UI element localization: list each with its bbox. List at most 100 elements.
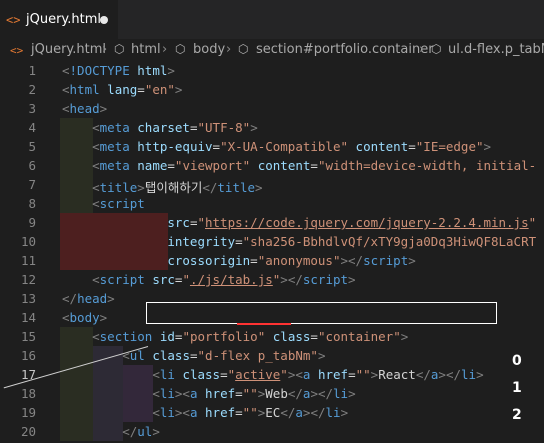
code-token: "portfolio"	[182, 329, 266, 344]
code-token: li	[333, 386, 349, 401]
cube-icon: ⬡	[114, 42, 125, 56]
line-number: 15	[20, 329, 36, 344]
code-token: </	[415, 367, 431, 382]
code-line[interactable]: src="https://code.jquery.com/jquery-2.2.…	[62, 215, 536, 230]
html-file-icon: <>	[6, 13, 21, 27]
code-line[interactable]: <head>	[62, 101, 107, 116]
breadcrumb-item-html[interactable]: html	[131, 42, 161, 57]
breadcrumb-item-section[interactable]: section#portfolio.container	[256, 42, 434, 57]
code-token: </	[122, 424, 138, 439]
code-token: class	[272, 329, 311, 344]
code-line[interactable]: </head>	[62, 291, 115, 306]
code-token: <	[152, 405, 160, 420]
code-token: =	[348, 367, 356, 382]
code-token: li	[159, 386, 175, 401]
annotation-index-2: 2	[512, 407, 522, 423]
code-token: <	[92, 196, 100, 211]
code-token: meta	[99, 158, 130, 173]
code-line[interactable]: <meta charset="UTF-8">	[62, 120, 258, 135]
line-number: 16	[20, 348, 36, 363]
code-line[interactable]: <meta name="viewport" content="width=dev…	[62, 158, 536, 173]
code-token: >	[152, 424, 160, 439]
code-token: <	[92, 180, 100, 195]
code-token: </	[202, 180, 218, 195]
code-token: !DOCTYPE	[69, 63, 130, 78]
code-token: "	[528, 215, 537, 230]
line-number: 20	[20, 424, 36, 439]
code-token: content	[257, 158, 311, 173]
editor-tab-jquery-html[interactable]: <> jQuery.html	[0, 0, 118, 40]
code-line[interactable]: integrity="sha256-BbhdlvQf/xTY9gja0Dq3Hi…	[62, 234, 536, 249]
code-line[interactable]: <ul class="d-flex p_tabNm">	[62, 348, 325, 363]
code-token: charset	[137, 120, 190, 135]
code-editor[interactable]: 1 <!DOCTYPE html> 2 <html lang="en"> 3 <head>…	[0, 61, 544, 443]
code-token: li	[159, 367, 175, 382]
code-line[interactable]: <meta http-equiv="X-UA-Compatible" conte…	[62, 139, 491, 154]
code-line[interactable]: <title>탭이해하기</title>	[62, 177, 263, 196]
code-token: ></	[310, 386, 334, 401]
breadcrumb: <> jQuery.html › ⬡ html › ⬡ body › ⬡ sec…	[0, 39, 544, 61]
line-number: 7	[28, 177, 36, 192]
unsaved-dot-icon[interactable]	[100, 16, 108, 24]
code-token: ></	[280, 272, 303, 287]
code-token: a	[295, 405, 303, 420]
code-token: "	[182, 272, 190, 287]
code-token: "UTF-8"	[197, 120, 251, 135]
code-token: active	[235, 367, 281, 382]
code-token: =	[235, 405, 243, 420]
chevron-right-icon: ›	[226, 42, 232, 57]
code-line[interactable]: <!DOCTYPE html>	[62, 63, 175, 78]
code-line[interactable]: <body>	[62, 310, 107, 325]
highlight-box	[146, 302, 497, 324]
code-token: EC	[265, 405, 281, 420]
code-token: >	[348, 386, 356, 401]
code-line[interactable]: <html lang="en">	[62, 82, 182, 97]
code-line[interactable]: <li><a href="">EC</a></li>	[62, 405, 348, 420]
line-number: 19	[20, 405, 36, 420]
line-number: 11	[20, 253, 36, 268]
code-line[interactable]: <li><a href="">Web</a></li>	[62, 386, 356, 401]
line-number: 12	[20, 272, 36, 287]
line-number: 14	[20, 310, 36, 325]
breadcrumb-item-ul[interactable]: ul.d-flex.p_tabNm	[448, 42, 544, 57]
code-token: </	[287, 386, 303, 401]
code-token: head	[69, 101, 100, 116]
code-line[interactable]: <li class="active"><a href="">React</a><…	[62, 367, 483, 382]
code-line[interactable]: <script	[62, 196, 145, 211]
code-token: 탭이해하기	[144, 180, 203, 195]
code-line[interactable]: <script src="./js/tab.js"></script>	[62, 272, 356, 287]
code-token: "	[197, 215, 205, 230]
line-number: 9	[28, 215, 36, 230]
code-token: =	[167, 158, 175, 173]
code-token: >	[348, 272, 356, 287]
code-line[interactable]: <section id="portfolio" class="container…	[62, 329, 408, 344]
code-token: <	[92, 139, 100, 154]
code-token: href	[317, 367, 349, 382]
code-token: =	[310, 329, 318, 344]
code-token: >	[99, 101, 108, 116]
code-token: >	[255, 180, 263, 195]
code-token: content	[355, 139, 409, 154]
code-line[interactable]: crossorigin="anonymous"></script>	[62, 253, 415, 268]
code-token: "sha256-BbhdlvQf/xTY9gja0Dq3HiwQF8LaCRT	[242, 234, 537, 249]
code-token: >	[167, 63, 175, 78]
code-line[interactable]: </ul>	[62, 424, 160, 439]
code-token: script	[99, 196, 145, 211]
breadcrumb-item-file[interactable]: jQuery.html	[31, 42, 106, 57]
chevron-right-icon: ›	[102, 42, 108, 57]
annotation-index-0: 0	[512, 353, 522, 369]
code-token: <	[92, 158, 100, 173]
code-token: <	[152, 386, 160, 401]
code-token: ><	[174, 405, 190, 420]
breadcrumb-item-body[interactable]: body	[193, 42, 225, 57]
